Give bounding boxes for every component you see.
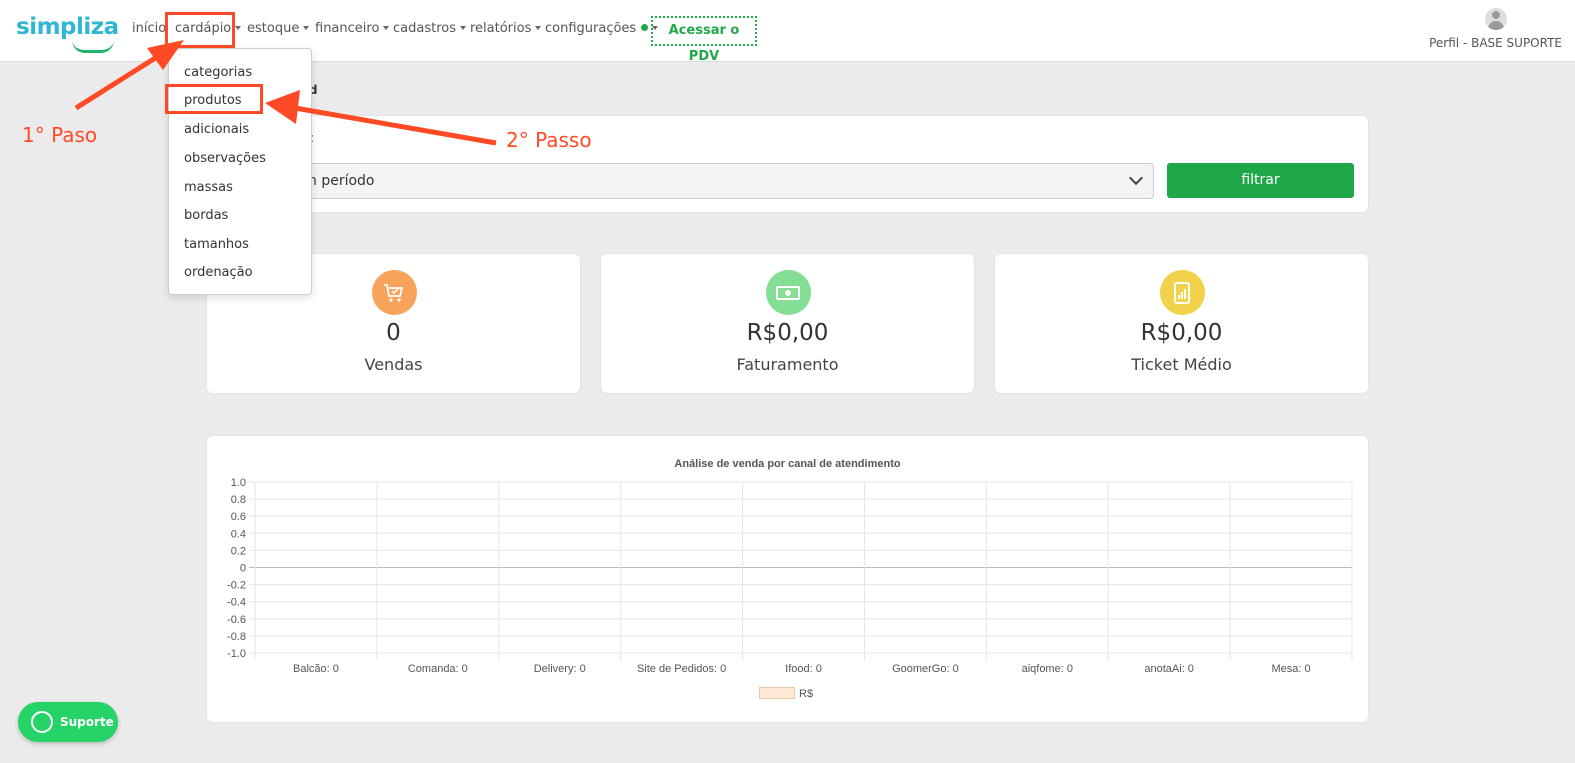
support-label: Suporte bbox=[60, 715, 114, 729]
support-button[interactable]: Suporte bbox=[18, 702, 118, 742]
whatsapp-icon bbox=[31, 711, 53, 733]
page: simpliza início cardápio estoque finance… bbox=[0, 0, 1575, 763]
annotation-step1: 1° Paso bbox=[22, 123, 98, 147]
annotation-step2: 2° Passo bbox=[506, 128, 592, 152]
annotation-arrows bbox=[74, 40, 497, 146]
